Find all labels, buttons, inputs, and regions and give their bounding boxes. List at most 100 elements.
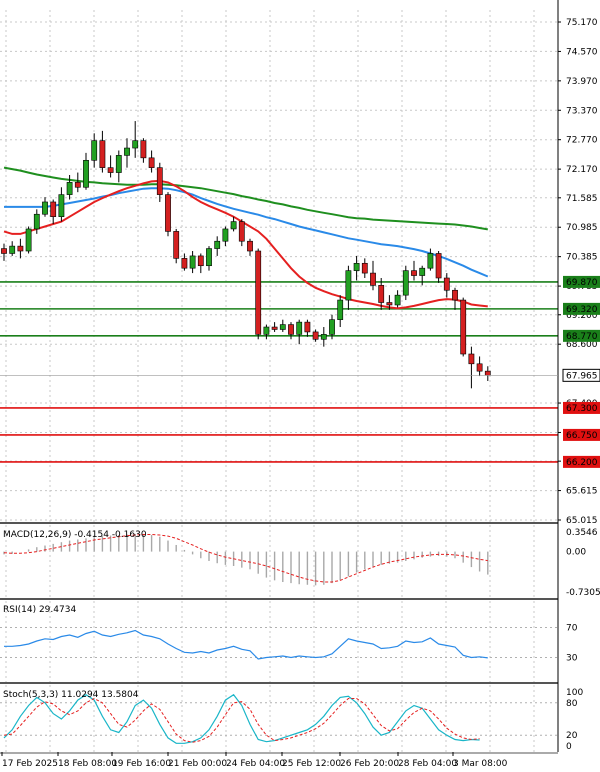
- candle-body: [25, 228, 32, 252]
- level-price-label: 66.750: [566, 431, 598, 441]
- candle-body: [214, 240, 221, 249]
- candle-body: [156, 167, 163, 195]
- level-price-label: 66.200: [566, 458, 598, 468]
- stoch-y-label: 100: [566, 688, 583, 698]
- candle-body: [206, 248, 212, 267]
- candle-body: [181, 258, 188, 269]
- candle-body: [452, 289, 458, 301]
- candle-body: [99, 140, 106, 168]
- candle-body: [50, 201, 57, 217]
- candle-body: [271, 326, 278, 330]
- level-price-label: 67.300: [566, 404, 598, 414]
- candle-body: [468, 353, 475, 365]
- candle-body: [370, 272, 376, 286]
- y-tick-label: 73.970: [566, 77, 598, 87]
- candle-body: [66, 182, 73, 195]
- candle-body: [296, 321, 303, 335]
- macd-title: MACD(12,26,9) -0.4154 -0.1630: [3, 530, 147, 540]
- x-tick-label: 3 Mar 08:00: [453, 759, 508, 769]
- candle-body: [115, 155, 122, 173]
- macd-y-label: -0.7305: [566, 588, 600, 598]
- y-tick-label: 70.985: [566, 223, 598, 233]
- y-tick-label: 71.585: [566, 194, 598, 204]
- candle-body: [132, 140, 139, 149]
- candle-body: [394, 294, 401, 306]
- candle-body: [74, 182, 81, 188]
- candle-body: [304, 321, 311, 333]
- candle-body: [337, 299, 344, 320]
- y-tick-label: 75.170: [566, 18, 598, 28]
- candle-body: [345, 270, 352, 301]
- candle-body: [476, 363, 483, 372]
- candle-body: [42, 201, 48, 215]
- y-tick-label: 70.385: [566, 253, 598, 263]
- y-tick-label: 72.170: [566, 165, 598, 175]
- x-tick-label: 26 Feb 20:00: [340, 759, 399, 769]
- candle-body: [107, 167, 114, 173]
- candle-body: [320, 334, 327, 340]
- rsi-y-label: 70: [566, 624, 578, 634]
- candle-body: [312, 331, 319, 340]
- level-price-label: 69.870: [566, 278, 598, 288]
- candle-body: [197, 255, 204, 267]
- candle-body: [329, 319, 335, 335]
- y-tick-label: 73.370: [566, 106, 598, 116]
- candle-body: [83, 159, 89, 188]
- level-price-label: 69.320: [566, 305, 598, 315]
- candle-body: [17, 245, 24, 252]
- candle-body: [189, 255, 196, 269]
- candle-body: [435, 253, 442, 279]
- level-price-label: 68.770: [566, 332, 598, 342]
- candle-body: [402, 270, 409, 296]
- candle-body: [9, 245, 16, 254]
- rsi-title: RSI(14) 29.4734: [3, 605, 76, 615]
- candle-body: [279, 324, 286, 330]
- forex-chart[interactable]: 75.170 74.570 73.970 73.370 72.770 72.170 71.5…: [0, 0, 600, 772]
- y-tick-label: 65.615: [566, 487, 598, 497]
- candle-body: [353, 262, 360, 271]
- stoch-title: Stoch(5,3,3) 11.0294 13.5804: [3, 690, 139, 700]
- x-tick-label: 25 Feb 12:00: [282, 759, 341, 769]
- candle-body: [91, 140, 98, 161]
- rsi-y-label: 30: [566, 654, 578, 664]
- y-tick-label: 65.015: [566, 516, 598, 526]
- x-tick-label: 28 Feb 04:00: [398, 759, 457, 769]
- candle-body: [1, 248, 7, 254]
- candle-body: [124, 147, 130, 156]
- candle-body: [427, 253, 434, 269]
- candle-body: [222, 228, 229, 242]
- y-tick-label: 72.770: [566, 136, 598, 146]
- candle-body: [411, 270, 417, 276]
- x-tick-label: 19 Feb 16:00: [112, 759, 171, 769]
- candle-body: [386, 302, 393, 306]
- candle-body: [255, 250, 262, 335]
- current-price-label: 67.965: [566, 371, 598, 381]
- x-tick-label: 17 Feb 2025: [2, 759, 58, 769]
- candle-body: [58, 194, 65, 217]
- macd-y-label: 0.00: [566, 548, 586, 558]
- candle-body: [140, 140, 147, 159]
- candle-body: [238, 221, 245, 242]
- x-tick-label: 24 Feb 04:00: [226, 759, 285, 769]
- x-tick-label: 21 Feb 00:00: [168, 759, 227, 769]
- candle-body: [230, 221, 237, 230]
- candle-body: [378, 285, 385, 303]
- candle-body: [148, 157, 155, 168]
- candle-body: [443, 277, 450, 291]
- candle-body: [419, 267, 426, 276]
- candle-body: [288, 324, 294, 335]
- macd-y-label: 0.3546: [566, 528, 598, 538]
- candle-body: [173, 231, 180, 259]
- y-tick-label: 74.570: [566, 47, 598, 57]
- candle-body: [165, 194, 171, 232]
- stoch-y-label: 20: [566, 731, 578, 741]
- candle-body: [263, 326, 270, 335]
- stoch-y-label: 80: [566, 699, 578, 709]
- candle-body: [247, 240, 253, 252]
- stoch-y-label: 0: [566, 742, 572, 752]
- candle-body: [484, 370, 491, 376]
- candle-body: [33, 213, 40, 230]
- x-tick-label: 18 Feb 08:00: [58, 759, 117, 769]
- candle-body: [361, 262, 368, 274]
- candle-body: [460, 299, 467, 355]
